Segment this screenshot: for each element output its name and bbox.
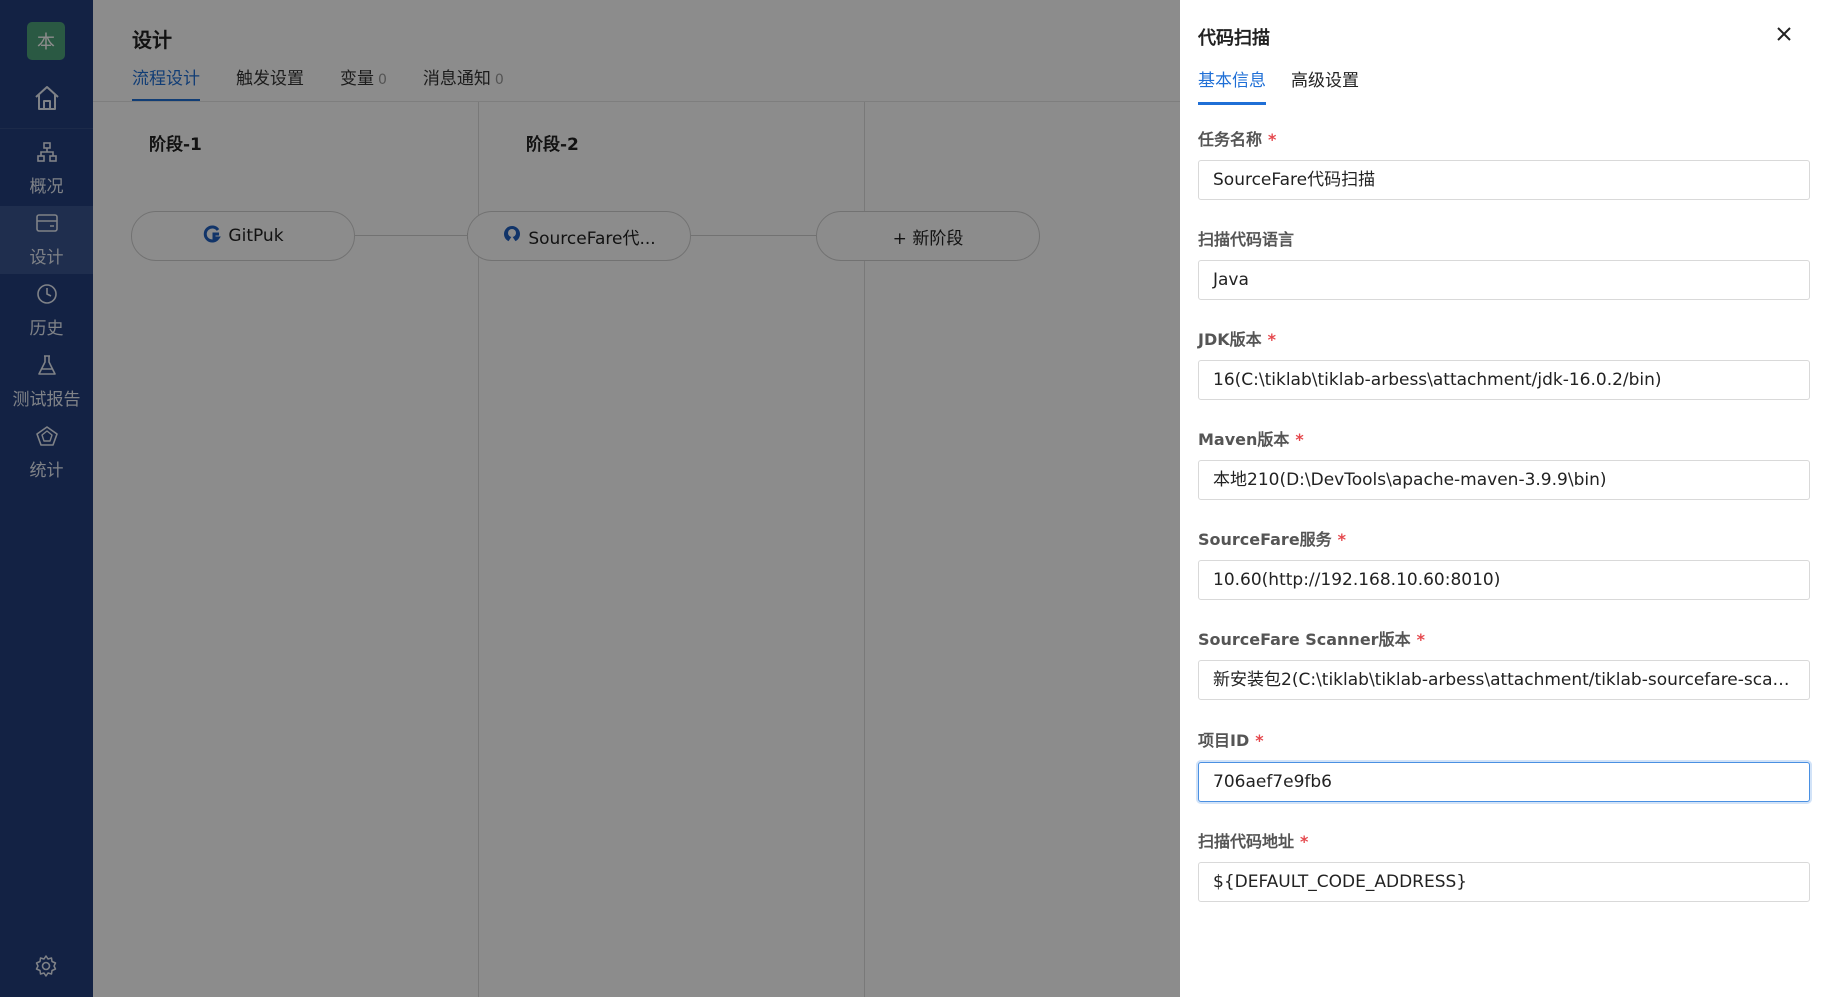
tab-basic-info[interactable]: 基本信息 — [1198, 66, 1266, 105]
project-id-input[interactable]: 706aef7e9fb6 — [1198, 762, 1810, 802]
maven-version-select[interactable]: 本地210(D:\DevTools\apache-maven-3.9.9\bin… — [1198, 460, 1810, 500]
label-text: 任务名称 — [1198, 130, 1263, 149]
tab-label: 高级设置 — [1291, 71, 1359, 91]
tab-label: 基本信息 — [1198, 71, 1266, 91]
tab-advanced-settings[interactable]: 高级设置 — [1291, 66, 1359, 105]
code-address-input[interactable]: ${DEFAULT_CODE_ADDRESS} — [1198, 862, 1810, 902]
field-label-scan-language: 扫描代码语言 — [1198, 226, 1294, 250]
required-mark: * — [1267, 330, 1277, 349]
close-icon — [1775, 25, 1793, 47]
field-label-sourcefare-service: SourceFare服务 * — [1198, 526, 1346, 550]
field-label-scanner-version: SourceFare Scanner版本 * — [1198, 626, 1425, 650]
field-label-code-address: 扫描代码地址 * — [1198, 828, 1308, 852]
required-mark: * — [1295, 430, 1304, 449]
scan-language-select[interactable]: Java — [1198, 260, 1810, 300]
close-button[interactable] — [1770, 22, 1798, 50]
label-text: 扫描代码地址 — [1198, 832, 1295, 851]
label-text: JDK版本 — [1198, 330, 1262, 349]
sourcefare-service-select[interactable]: 10.60(http://192.168.10.60:8010) — [1198, 560, 1810, 600]
task-name-input[interactable]: SourceFare代码扫描 — [1198, 160, 1810, 200]
required-mark: * — [1268, 130, 1277, 149]
scanner-version-select[interactable]: 新安装包2(C:\tiklab\tiklab-arbess\attachment… — [1198, 660, 1810, 700]
required-mark: * — [1337, 530, 1347, 549]
modal-overlay[interactable] — [0, 0, 1180, 997]
label-text: 扫描代码语言 — [1198, 230, 1295, 249]
label-text: SourceFare服务 — [1198, 530, 1332, 549]
task-config-drawer: 代码扫描 基本信息 高级设置 任务名称 * SourceFare代码扫描 扫描代码… — [1180, 0, 1829, 997]
field-label-task-name: 任务名称 * — [1198, 126, 1276, 150]
label-text: 项目ID — [1198, 731, 1250, 750]
drawer-title: 代码扫描 — [1198, 28, 1270, 49]
jdk-version-select[interactable]: 16(C:\tiklab\tiklab-arbess\attachment/jd… — [1198, 360, 1810, 400]
required-mark: * — [1416, 630, 1425, 649]
field-label-jdk-version: JDK版本 * — [1198, 326, 1276, 350]
label-text: SourceFare Scanner版本 — [1198, 630, 1411, 649]
required-mark: * — [1300, 832, 1309, 851]
required-mark: * — [1255, 731, 1264, 750]
field-label-maven-version: Maven版本 * — [1198, 426, 1304, 450]
drawer-tabs: 基本信息 高级设置 — [1198, 66, 1384, 105]
label-text: Maven版本 — [1198, 430, 1290, 449]
field-label-project-id: 项目ID * — [1198, 727, 1264, 751]
